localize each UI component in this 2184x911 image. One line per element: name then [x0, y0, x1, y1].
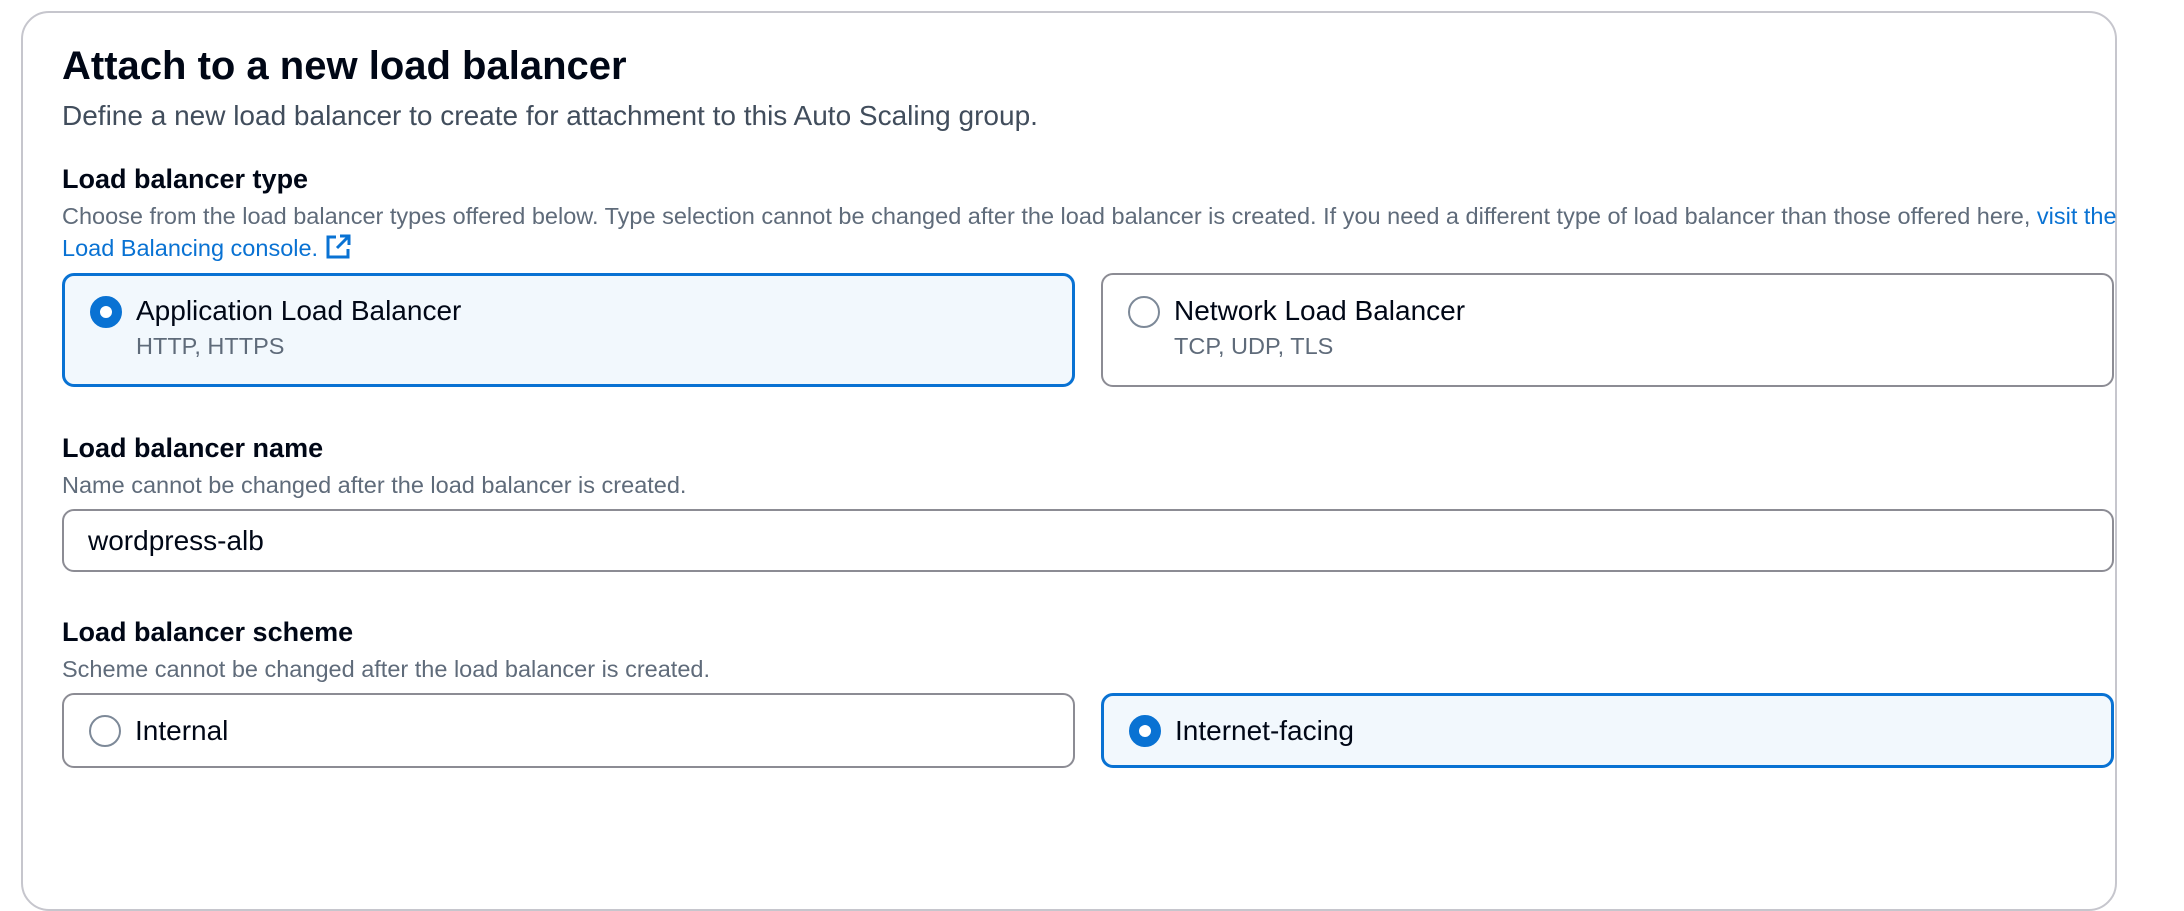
lb-name-input[interactable] — [62, 509, 2114, 572]
option-title: Application Load Balancer — [136, 295, 462, 326]
radio-internal[interactable] — [89, 715, 121, 747]
lb-type-label: Load balancer type — [62, 164, 309, 194]
option-title: Internal — [135, 715, 229, 746]
radio-network-lb[interactable] — [1128, 296, 1160, 328]
section-subtitle: Define a new load balancer to create for… — [62, 100, 1038, 131]
lb-type-description-text: Choose from the load balancer types offe… — [62, 203, 2037, 229]
external-link-icon — [326, 234, 351, 259]
option-title: Internet-facing — [1175, 715, 1354, 746]
option-subtitle: HTTP, HTTPS — [136, 333, 285, 359]
lb-type-description: Choose from the load balancer types offe… — [62, 200, 2122, 264]
attach-load-balancer-panel — [21, 11, 2117, 911]
lb-scheme-label: Load balancer scheme — [62, 617, 354, 647]
lb-name-label: Load balancer name — [62, 433, 324, 463]
lb-name-description: Name cannot be changed after the load ba… — [62, 472, 687, 498]
lb-scheme-description: Scheme cannot be changed after the load … — [62, 656, 710, 682]
lb-scheme-option-internet-facing[interactable]: Internet-facing — [1101, 693, 2114, 768]
lb-type-option-application[interactable]: Application Load Balancer HTTP, HTTPS — [62, 273, 1075, 387]
option-subtitle: TCP, UDP, TLS — [1174, 333, 1334, 359]
lb-type-option-network[interactable]: Network Load Balancer TCP, UDP, TLS — [1101, 273, 2114, 387]
radio-application-lb[interactable] — [90, 296, 122, 328]
lb-scheme-option-internal[interactable]: Internal — [62, 693, 1075, 768]
radio-internet-facing[interactable] — [1129, 715, 1161, 747]
section-title: Attach to a new load balancer — [62, 44, 627, 88]
option-title: Network Load Balancer — [1174, 295, 1466, 326]
